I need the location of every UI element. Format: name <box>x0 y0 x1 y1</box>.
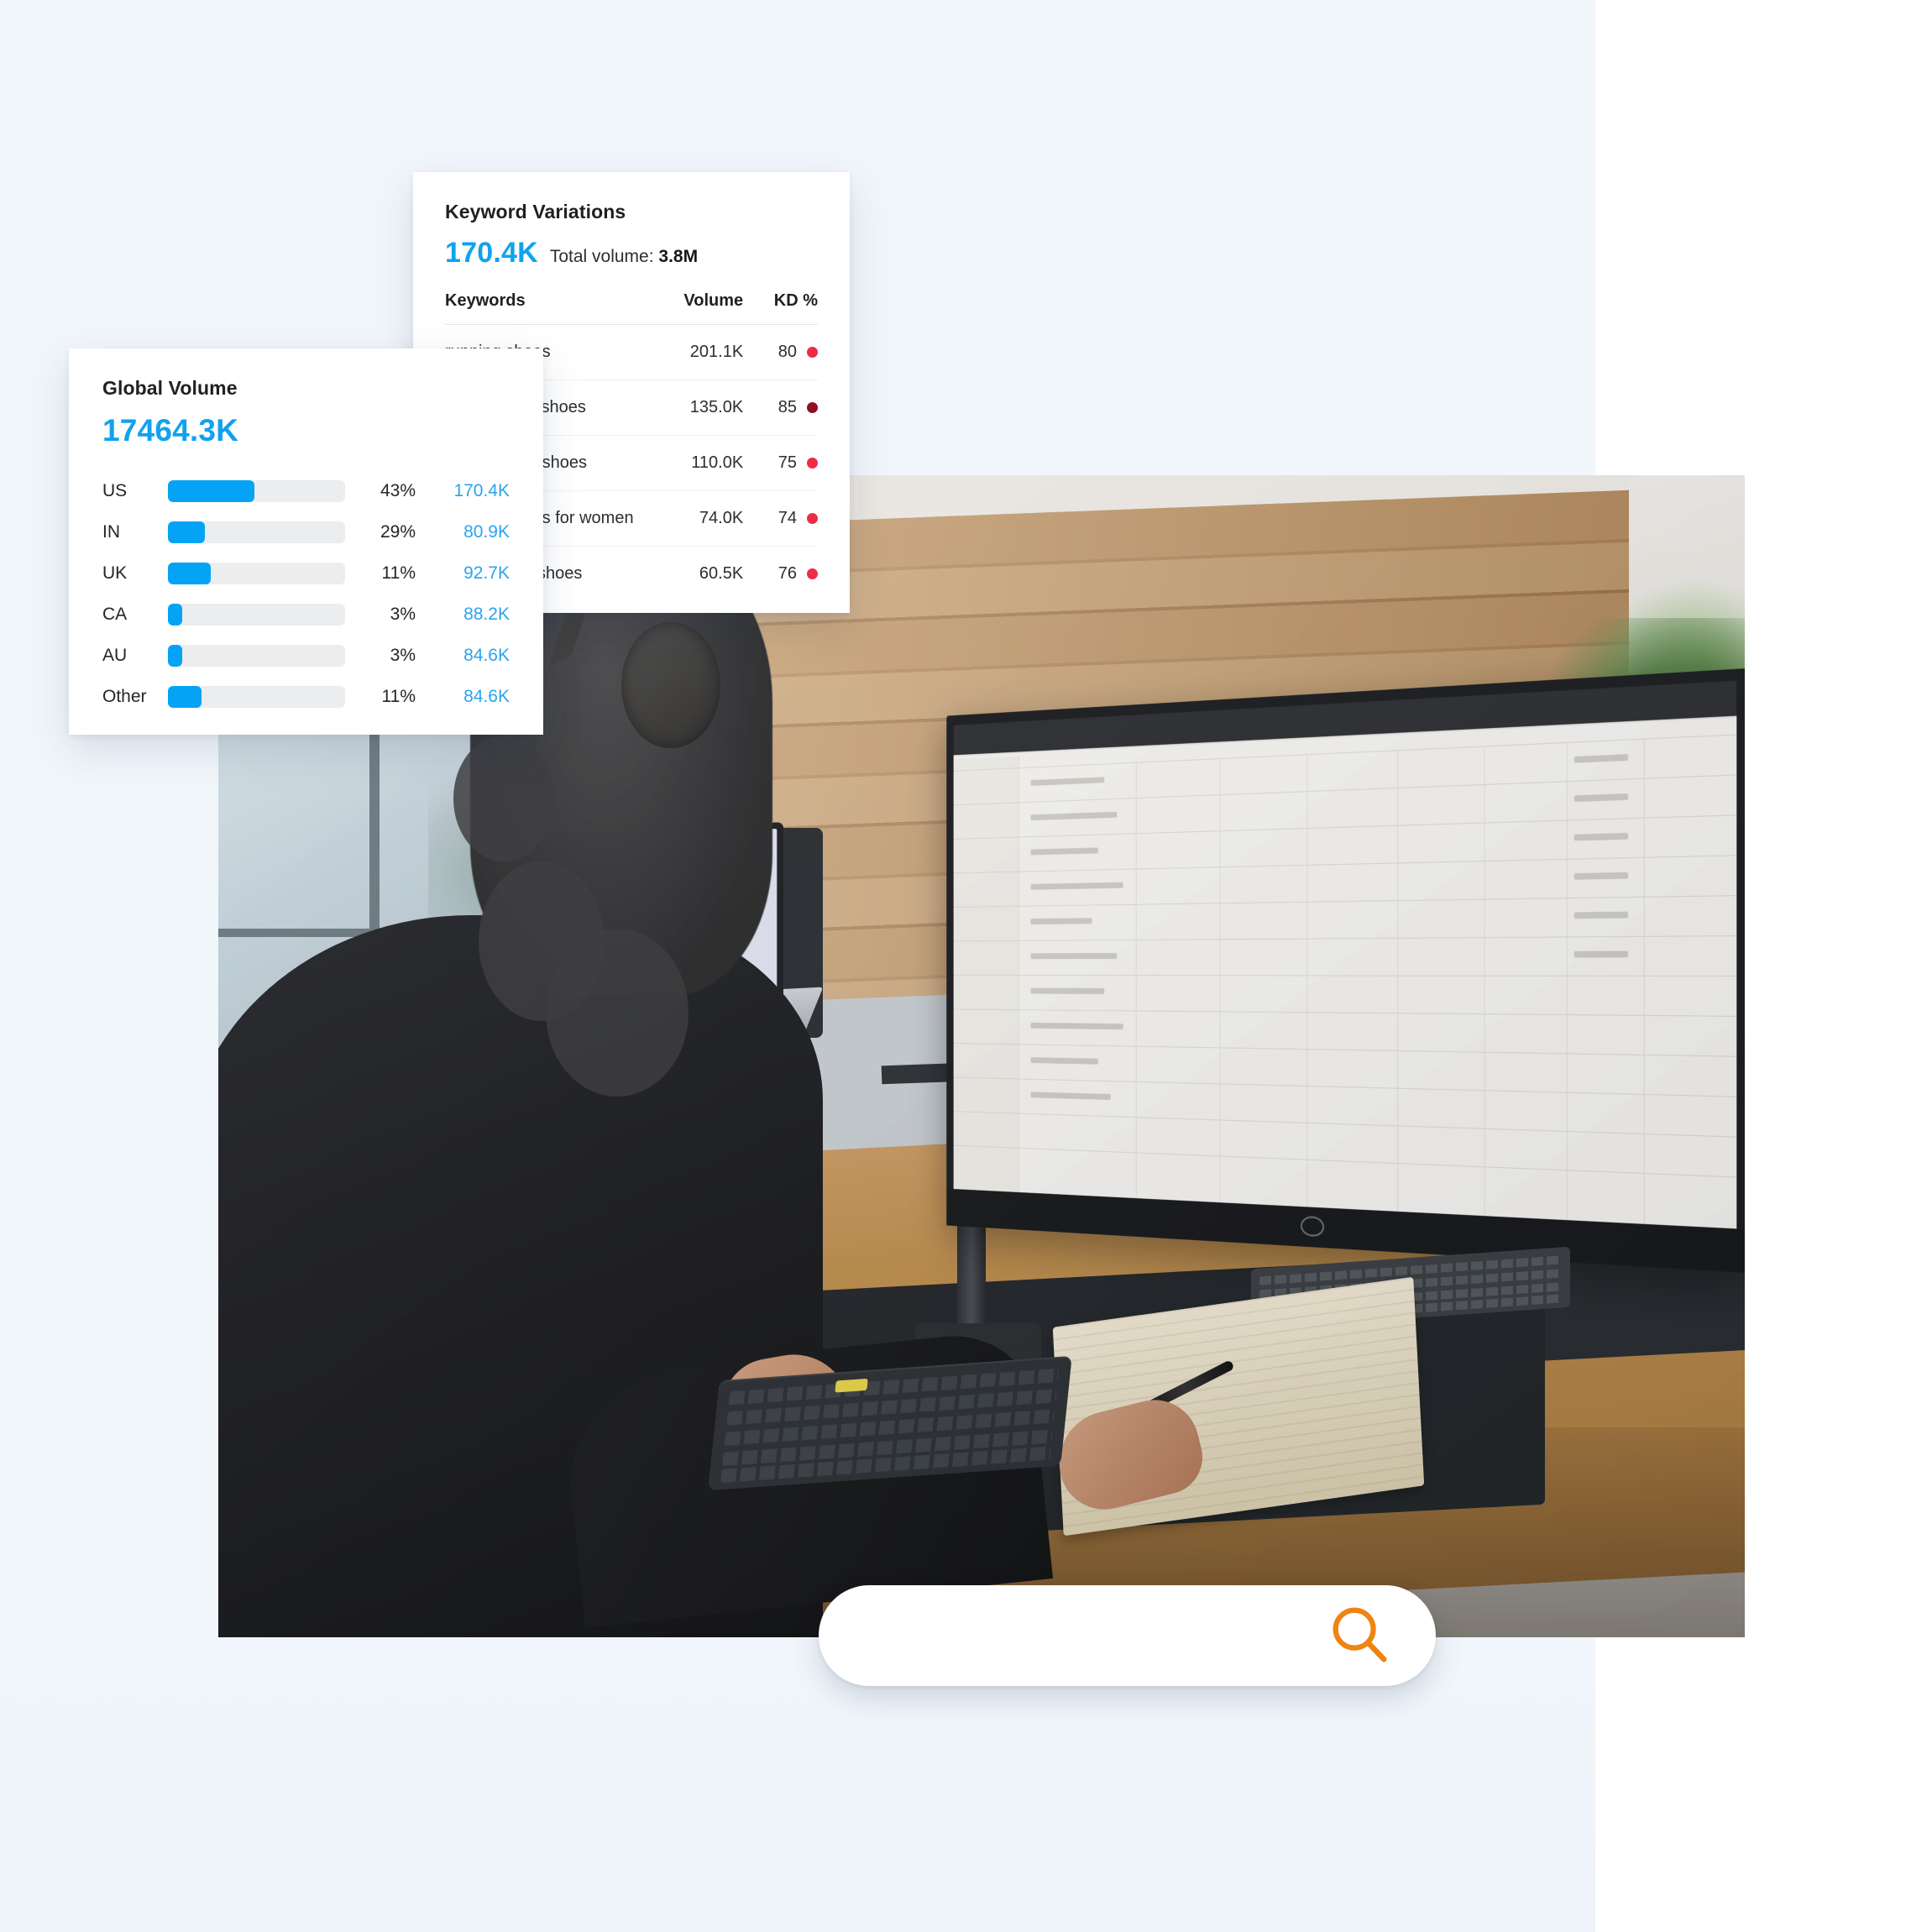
list-item[interactable]: Other 11% 84.6K <box>102 676 510 717</box>
kd-status-dot <box>807 568 818 579</box>
search-icon[interactable] <box>1327 1603 1392 1668</box>
kd-cell: 74 <box>743 490 818 547</box>
percent-label: 3% <box>390 604 416 624</box>
keyword-variations-summary: 170.4K Total volume: 3.8M <box>445 237 818 270</box>
country-label: AU <box>102 645 128 665</box>
country-label: CA <box>102 604 128 624</box>
volume-bar-track <box>168 603 345 626</box>
kd-value: 74 <box>778 509 797 527</box>
volume-cell: 135.0K <box>646 380 744 436</box>
kd-cell: 76 <box>743 547 818 602</box>
column-header-volume[interactable]: Volume <box>646 291 744 325</box>
percent-label: 11% <box>381 563 416 583</box>
kd-value: 75 <box>778 453 797 472</box>
volume-bar-track <box>168 479 345 502</box>
column-header-kd[interactable]: KD % <box>743 291 818 325</box>
country-label: IN <box>102 521 120 542</box>
volume-bar-fill <box>168 479 255 502</box>
volume-bar-track <box>168 562 345 584</box>
volume-cell: 110.0K <box>646 435 744 491</box>
global-volume-total: 17464.3K <box>102 413 239 448</box>
kd-value: 80 <box>778 343 797 361</box>
column-header-keywords[interactable]: Keywords <box>445 291 647 325</box>
search-bar[interactable] <box>819 1585 1436 1686</box>
volume-bar-fill <box>168 603 182 626</box>
kd-status-dot <box>807 458 818 469</box>
volume-label[interactable]: 92.7K <box>429 563 510 584</box>
volume-cell: 60.5K <box>699 564 744 583</box>
country-label: US <box>102 480 128 500</box>
list-item[interactable]: AU 3% 84.6K <box>102 635 510 676</box>
kd-cell: 85 <box>743 380 818 436</box>
volume-bar-fill <box>168 562 211 584</box>
volume-label[interactable]: 170.4K <box>429 481 510 501</box>
volume-label[interactable]: 84.6K <box>429 646 510 666</box>
photo-main-monitor <box>946 668 1745 1273</box>
keyword-variations-title: Keyword Variations <box>445 201 626 223</box>
kd-cell: 80 <box>743 324 818 380</box>
photo-monitor-logo <box>1301 1215 1324 1238</box>
country-label: UK <box>102 563 128 583</box>
volume-bar-fill <box>168 644 182 667</box>
volume-bar-track <box>168 685 345 708</box>
list-item[interactable]: CA 3% 88.2K <box>102 594 510 635</box>
kd-status-dot <box>807 347 818 358</box>
photo-monitor-screen <box>953 680 1737 1229</box>
table-header-row: Keywords Volume KD % <box>445 291 818 325</box>
percent-label: 11% <box>381 686 416 706</box>
total-volume-value: 3.8M <box>658 247 699 266</box>
keyword-variations-total-volume: Total volume: 3.8M <box>550 247 698 267</box>
volume-bar-fill <box>168 685 202 708</box>
country-label: Other <box>102 686 147 706</box>
kd-cell: 75 <box>743 435 818 491</box>
list-item[interactable]: UK 11% 92.7K <box>102 552 510 594</box>
percent-label: 43% <box>380 480 416 500</box>
global-volume-bar-list: US 43% 170.4K IN 29% 80.9K UK 11% 92.7K … <box>102 470 510 717</box>
volume-label[interactable]: 88.2K <box>429 605 510 625</box>
percent-label: 29% <box>380 521 416 542</box>
volume-cell: 74.0K <box>646 490 744 547</box>
volume-label[interactable]: 84.6K <box>429 687 510 707</box>
global-volume-card: Global Volume 17464.3K US 43% 170.4K IN … <box>69 348 543 735</box>
volume-bar-track <box>168 644 345 667</box>
global-volume-title: Global Volume <box>102 377 238 399</box>
volume-bar-fill <box>168 521 206 543</box>
list-item[interactable]: US 43% 170.4K <box>102 470 510 511</box>
volume-bar-track <box>168 521 345 543</box>
keyword-variations-count: 170.4K <box>445 237 538 269</box>
kd-status-dot <box>807 513 818 524</box>
percent-label: 3% <box>390 645 416 665</box>
volume-label[interactable]: 80.9K <box>429 522 510 542</box>
list-item[interactable]: IN 29% 80.9K <box>102 511 510 552</box>
kd-status-dot <box>807 402 818 413</box>
volume-cell: 201.1K <box>646 324 744 380</box>
kd-value: 76 <box>778 564 797 583</box>
total-volume-label: Total volume: <box>549 247 654 266</box>
kd-value: 85 <box>778 398 797 416</box>
